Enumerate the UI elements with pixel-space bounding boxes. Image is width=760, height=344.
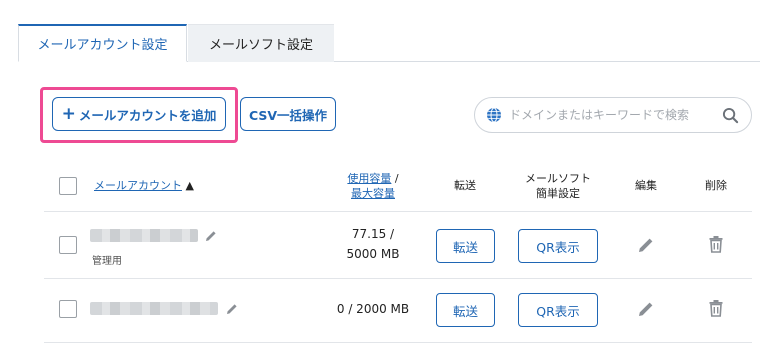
pencil-icon[interactable]: [226, 303, 238, 315]
select-all-checkbox[interactable]: [59, 177, 77, 195]
search-box: [474, 97, 752, 133]
header-usage[interactable]: 使用容量 / 最大容量: [333, 171, 413, 201]
pencil-icon[interactable]: [205, 230, 217, 242]
usage-max: 5000 MB: [346, 247, 400, 261]
usage-value: 77.15 / 5000 MB: [333, 224, 413, 264]
add-account-button[interactable]: + メールアカウントを追加: [52, 97, 226, 131]
edit-icon[interactable]: [637, 236, 655, 254]
usage-used: 77.15 /: [351, 227, 395, 241]
search-input[interactable]: [509, 108, 724, 122]
header-account-label[interactable]: メールアカウント: [94, 179, 182, 192]
row-checkbox[interactable]: [59, 236, 77, 254]
forward-button[interactable]: 転送: [436, 229, 495, 263]
header-software-line1: メールソフト: [525, 172, 591, 185]
header-usage-sep: /: [391, 172, 399, 185]
forward-button[interactable]: 転送: [436, 293, 495, 327]
row-checkbox[interactable]: [59, 300, 77, 318]
header-account[interactable]: メールアカウント ▲: [94, 178, 194, 193]
tab-mail-software-settings[interactable]: メールソフト設定: [188, 24, 334, 62]
plus-icon: +: [61, 104, 76, 124]
sort-asc-icon: ▲: [185, 179, 194, 192]
trash-icon[interactable]: [707, 299, 725, 317]
qr-display-button[interactable]: QR表示: [518, 229, 598, 263]
redacted-account-name: [90, 229, 198, 242]
tab-mail-account-settings[interactable]: メールアカウント設定: [18, 24, 187, 62]
search-icon[interactable]: [722, 107, 739, 124]
header-edit: 編集: [635, 179, 657, 192]
usage-value: 0 / 2000 MB: [326, 299, 420, 319]
row-divider: [44, 211, 752, 212]
header-forward: 転送: [454, 179, 476, 192]
tab-bar: メールアカウント設定 メールソフト設定: [0, 0, 760, 62]
row-divider: [44, 342, 752, 343]
row-divider: [44, 278, 752, 279]
header-delete: 削除: [705, 179, 727, 192]
header-usage-max[interactable]: 最大容量: [351, 187, 395, 200]
globe-icon: [487, 107, 501, 123]
trash-icon[interactable]: [707, 235, 725, 253]
account-sublabel: 管理用: [92, 256, 122, 267]
csv-bulk-button[interactable]: CSV一括操作: [240, 97, 336, 131]
usage-used: 0 / 2000 MB: [336, 302, 410, 316]
add-account-label: メールアカウントを追加: [78, 107, 217, 123]
header-software: メールソフト 簡単設定: [513, 171, 603, 201]
edit-icon[interactable]: [637, 300, 655, 318]
redacted-account-name: [90, 302, 218, 315]
header-usage-used[interactable]: 使用容量: [347, 172, 391, 185]
header-software-line2: 簡単設定: [536, 187, 580, 200]
qr-display-button[interactable]: QR表示: [518, 293, 598, 327]
